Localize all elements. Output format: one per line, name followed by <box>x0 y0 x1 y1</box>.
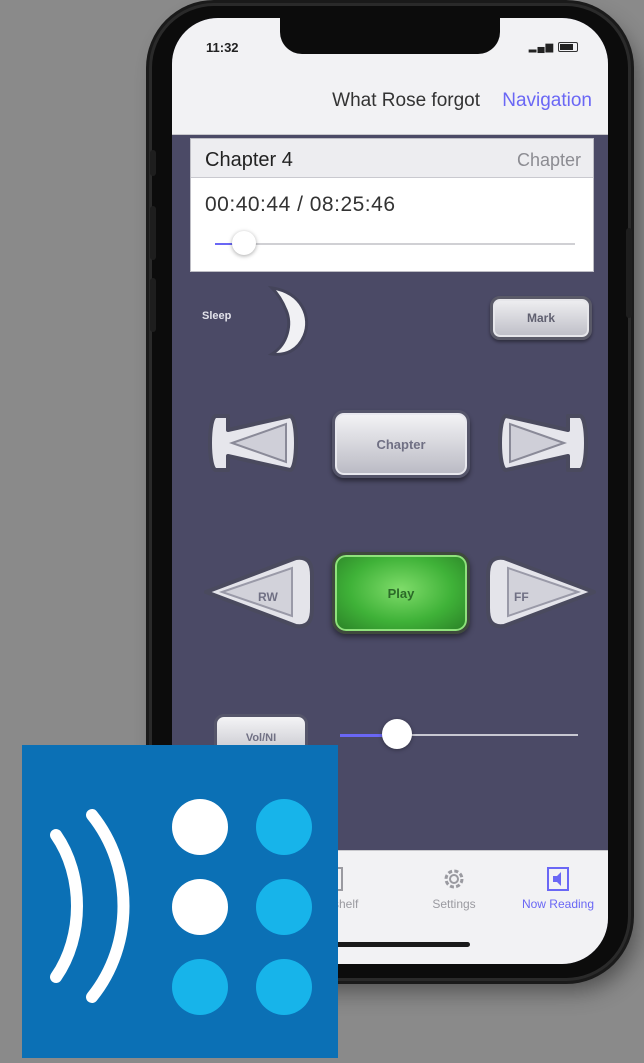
chapter-button[interactable]: Chapter <box>332 410 470 478</box>
app-logo <box>22 745 338 1058</box>
fast-forward-button[interactable] <box>484 552 600 632</box>
playback-info-panel: Chapter 4 Chapter 00:40:44 / 08:25:46 <box>190 138 594 272</box>
status-time: 11:32 <box>206 40 239 55</box>
mark-button[interactable]: Mark <box>490 296 592 340</box>
volume-slider[interactable] <box>340 719 578 749</box>
logo-graphic <box>50 799 312 1015</box>
moon-icon[interactable] <box>258 280 318 360</box>
previous-chapter-button[interactable] <box>206 410 302 476</box>
tab-settings-label: Settings <box>432 897 476 911</box>
next-chapter-button[interactable] <box>494 410 590 476</box>
progress-slider[interactable] <box>215 231 575 255</box>
phone-notch <box>280 18 500 54</box>
rewind-label: RW <box>258 590 278 604</box>
tab-settings[interactable]: Settings <box>404 865 504 911</box>
phone-volume-up <box>150 206 156 260</box>
volume-thumb[interactable] <box>382 719 413 749</box>
book-title: What Rose forgot <box>332 90 480 111</box>
battery-icon <box>558 42 578 53</box>
gear-icon <box>444 869 464 889</box>
sleep-label: Sleep <box>202 310 232 322</box>
fast-forward-label: FF <box>514 590 529 604</box>
phone-side-button <box>150 150 156 176</box>
progress-thumb[interactable] <box>231 231 256 255</box>
play-button[interactable]: Play <box>332 552 470 634</box>
status-icons: ▂▄▆ <box>529 42 578 53</box>
navigation-bar: What Rose forgot Navigation <box>172 62 608 135</box>
time-readout: 00:40:44 / 08:25:46 <box>205 193 396 216</box>
tab-now-reading-label: Now Reading <box>521 897 595 911</box>
phone-volume-down <box>150 278 156 332</box>
signal-icon: ▂▄▆ <box>528 42 555 53</box>
chapter-title: Chapter 4 <box>205 149 293 171</box>
speaker-book-icon <box>547 867 569 891</box>
chapter-link[interactable]: Chapter <box>517 150 581 171</box>
phone-power-button <box>626 228 632 318</box>
chapter-header: Chapter 4 Chapter <box>191 139 593 178</box>
navigation-button[interactable]: Navigation <box>502 90 592 112</box>
tab-now-reading[interactable]: Now Reading <box>508 865 608 911</box>
